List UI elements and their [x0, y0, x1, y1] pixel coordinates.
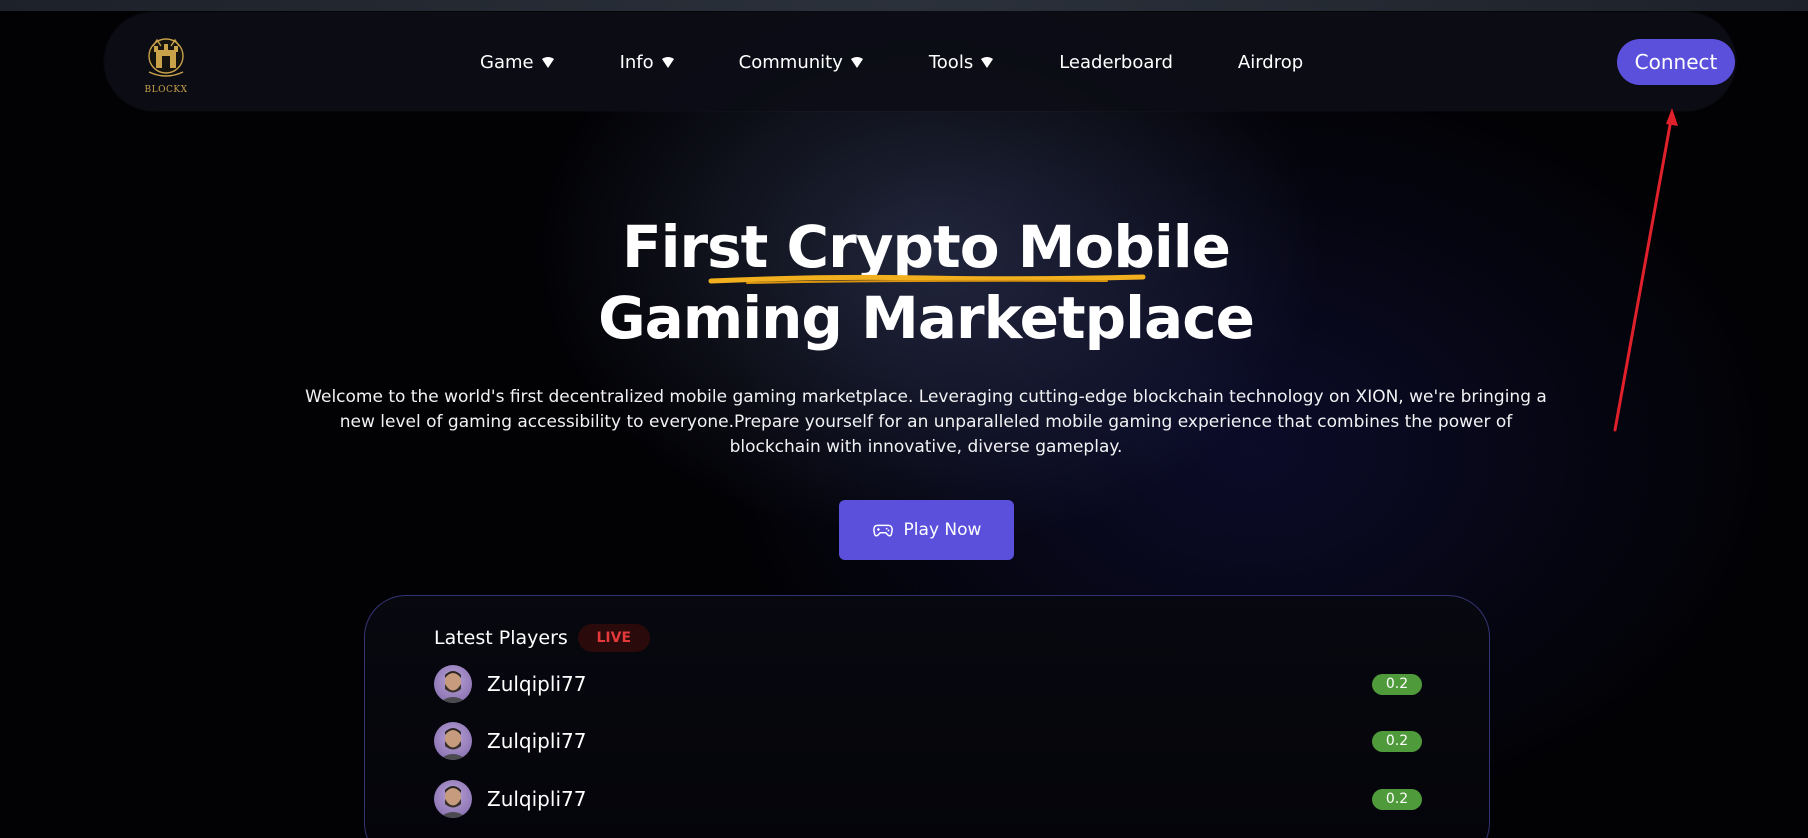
player-row[interactable]: Zulqipli77 0.2: [434, 721, 1422, 761]
navbar: BLOCKX Game Info Community Tools Leaderb…: [104, 12, 1736, 111]
castle-logo-icon: [148, 38, 184, 77]
hero-description: Welcome to the world's first decentraliz…: [305, 387, 1547, 457]
latest-players-card: Latest Players LIVE Zulqipli77 0.2 Zulqi…: [364, 595, 1490, 838]
player-name: Zulqipli77: [487, 787, 587, 811]
nav-item-info[interactable]: Info: [620, 52, 676, 73]
user-avatar-icon: [439, 728, 467, 760]
nav-item-tools[interactable]: Tools: [929, 52, 995, 73]
nav-item-label: Leaderboard: [1059, 51, 1173, 73]
amount-badge: 0.2: [1372, 730, 1422, 752]
latest-players-header: Latest Players LIVE: [434, 624, 650, 652]
chevron-down-icon: [981, 57, 994, 68]
avatar: [434, 722, 472, 760]
title-underline-stroke: [708, 274, 1146, 284]
play-now-button[interactable]: Play Now: [839, 500, 1014, 560]
amount-badge: 0.2: [1372, 673, 1422, 695]
nav-item-label: Info: [619, 51, 654, 73]
nav-item-label: Tools: [928, 51, 974, 73]
player-row[interactable]: Zulqipli77 0.2: [434, 664, 1422, 704]
annotation-arrow: [1613, 108, 1678, 432]
hero-title-line-2: Gaming Marketplace: [598, 284, 1255, 352]
nav-item-label: Airdrop: [1237, 51, 1304, 73]
chevron-down-icon: [541, 57, 554, 68]
nav-item-label: Community: [738, 51, 843, 73]
avatar: [434, 780, 472, 818]
player-row[interactable]: Zulqipli77 0.2: [434, 779, 1422, 819]
hero-title-line-1: First Crypto Mobile: [622, 213, 1231, 281]
nav-item-label: Game: [480, 51, 534, 73]
live-badge: LIVE: [577, 624, 650, 652]
chevron-down-icon: [661, 57, 674, 68]
avatar: [434, 665, 472, 703]
play-now-label: Play Now: [903, 520, 982, 540]
user-avatar-icon: [439, 671, 467, 703]
nav-item-game[interactable]: Game: [480, 52, 556, 73]
logo-text: BLOCKX: [144, 85, 188, 95]
connect-button[interactable]: Connect: [1617, 39, 1735, 85]
gamepad-icon: [872, 524, 893, 537]
user-avatar-icon: [439, 786, 467, 818]
nav-item-leaderboard[interactable]: Leaderboard: [1059, 52, 1173, 73]
player-name: Zulqipli77: [487, 729, 587, 753]
logo[interactable]: BLOCKX: [138, 34, 194, 98]
amount-badge: 0.2: [1372, 788, 1422, 810]
nav-links: Game Info Community Tools Leaderboard Ai…: [480, 49, 1303, 75]
player-name: Zulqipli77: [487, 672, 587, 696]
nav-item-airdrop[interactable]: Airdrop: [1238, 52, 1303, 73]
chevron-down-icon: [850, 57, 863, 68]
nav-item-community[interactable]: Community: [739, 52, 865, 73]
top-strip: [0, 0, 1808, 11]
latest-players-title: Latest Players: [434, 627, 568, 649]
